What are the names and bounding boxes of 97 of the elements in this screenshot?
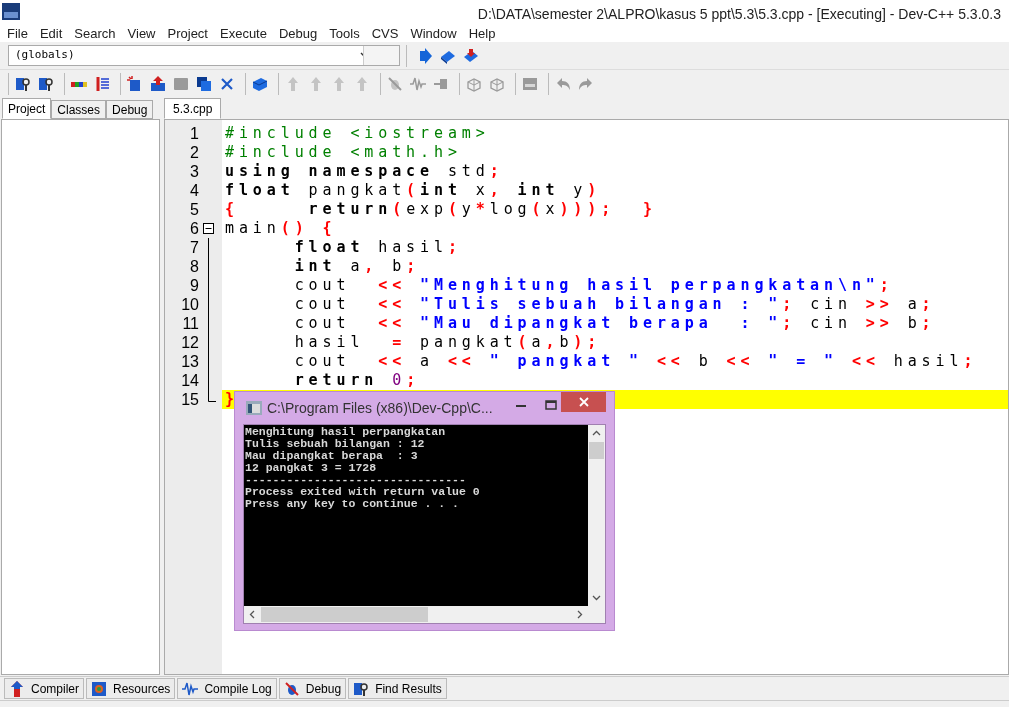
line-number: 6 bbox=[189, 219, 199, 238]
menu-item[interactable]: Search bbox=[68, 23, 122, 44]
line-number: 10 bbox=[180, 295, 199, 314]
undo-icon bbox=[555, 76, 571, 92]
code-line: cout << "Tulis sebuah bilangan : "; cin >> a; bbox=[293, 295, 937, 314]
upload-icon bbox=[150, 76, 166, 92]
run-arrow-icon bbox=[417, 47, 433, 64]
line-number: 9 bbox=[189, 276, 199, 295]
maximize-icon[interactable] bbox=[545, 400, 557, 410]
combo-box[interactable]: (globals) bbox=[8, 45, 400, 66]
menu-item[interactable]: Edit bbox=[33, 23, 69, 44]
line-number: 5 bbox=[189, 200, 199, 219]
scroll-down-icon[interactable] bbox=[592, 595, 601, 601]
fold-collapse-icon[interactable] bbox=[203, 223, 214, 234]
horizontal-scrollbar[interactable] bbox=[244, 606, 605, 623]
wave-icon bbox=[182, 680, 199, 697]
line-number: 2 bbox=[189, 143, 199, 162]
menu-item[interactable]: Execute bbox=[214, 23, 273, 44]
menu-item[interactable]: Window bbox=[404, 23, 463, 44]
combo-extra-field[interactable] bbox=[363, 46, 399, 65]
code-line: cout << a << " pangkat " << b << " = " << hasil; bbox=[293, 352, 979, 371]
line-number: 14 bbox=[180, 371, 199, 390]
find-icon bbox=[15, 76, 31, 92]
square-icon bbox=[173, 76, 189, 92]
bug-icon bbox=[283, 680, 300, 697]
tab[interactable]: Resources bbox=[86, 678, 176, 699]
new-file-icon bbox=[127, 76, 143, 92]
list-icon bbox=[94, 76, 110, 92]
menu-item[interactable]: CVS bbox=[365, 23, 405, 44]
tab[interactable]: Project bbox=[2, 98, 52, 119]
scroll-up-icon[interactable] bbox=[592, 430, 601, 436]
tab[interactable]: Compiler bbox=[4, 678, 84, 699]
find-icon bbox=[38, 76, 54, 92]
window-title: D:\DATA\semester 2\ALPRO\kasus 5 ppt\5.3\5.3.cpp - [Executing] - Dev-C++ 5.3.0.3 bbox=[477, 5, 1001, 24]
menu-item[interactable]: View bbox=[121, 23, 162, 44]
scroll-left-icon[interactable] bbox=[249, 610, 255, 619]
line-number: 8 bbox=[189, 257, 199, 276]
line-number: 13 bbox=[180, 352, 199, 371]
line-number: 15 bbox=[180, 390, 199, 409]
wave-icon bbox=[410, 76, 426, 92]
chip-icon bbox=[522, 76, 538, 92]
code-line: #include <iostream> bbox=[224, 124, 491, 143]
code-line: using namespace std; bbox=[224, 162, 505, 181]
console-icon bbox=[246, 401, 262, 415]
tab[interactable]: Debug bbox=[278, 678, 347, 699]
menu-item[interactable]: File bbox=[1, 23, 34, 44]
up-arrow-icon bbox=[308, 76, 324, 92]
image-icon bbox=[91, 680, 107, 697]
scroll-thumb[interactable] bbox=[261, 607, 428, 622]
tab[interactable]: Debug bbox=[106, 100, 154, 119]
cube-icon bbox=[252, 76, 268, 92]
menu-item[interactable]: Project bbox=[161, 23, 214, 44]
menu-item[interactable]: Tools bbox=[323, 23, 366, 44]
close-button[interactable] bbox=[561, 392, 606, 412]
bug-icon bbox=[387, 76, 403, 92]
console-output: Menghitung hasil perpangkatan Tulis sebuah bilangan : 12 Mau dipangkat berapa : 3 12 pangkat 3 = 1728 -------------------------------- Process exited with return value 0 Press any key to continue . . . bbox=[244, 425, 588, 606]
line-number: 1 bbox=[189, 124, 199, 143]
find-icon bbox=[353, 680, 370, 697]
menu-item[interactable]: Help bbox=[462, 23, 502, 44]
code-line: cout << "Mau dipangkat berapa : "; cin >> b; bbox=[293, 314, 937, 333]
tab[interactable]: 5.3.cpp bbox=[164, 98, 222, 119]
windows-icon bbox=[196, 76, 212, 92]
code-line: #include <math.h> bbox=[224, 143, 463, 162]
code-line: float hasil; bbox=[293, 238, 463, 257]
tab[interactable]: Find Results bbox=[348, 678, 447, 699]
close-icon bbox=[578, 397, 589, 407]
menu-item[interactable]: Debug bbox=[272, 23, 324, 44]
cube-icon bbox=[466, 76, 482, 92]
line-number: 7 bbox=[189, 238, 199, 257]
app-icon bbox=[2, 3, 20, 20]
code-line: main() { bbox=[224, 219, 338, 238]
line-number: 12 bbox=[180, 333, 199, 352]
line-number: 11 bbox=[181, 314, 199, 333]
scroll-thumb[interactable] bbox=[589, 442, 604, 459]
up-arrow-icon bbox=[285, 76, 301, 92]
up-arrow-icon bbox=[9, 680, 25, 697]
code-line: hasil = pangkat(a,b); bbox=[293, 333, 603, 352]
tab[interactable]: Compile Log bbox=[177, 678, 277, 699]
tab[interactable]: Classes bbox=[51, 100, 107, 119]
vertical-scrollbar[interactable] bbox=[588, 425, 605, 606]
code-line: cout << "Menghitung hasil perpangkatan\n"; bbox=[293, 276, 895, 295]
cube-icon bbox=[489, 76, 505, 92]
code-line: { return(exp(y*log(x))); } bbox=[224, 200, 658, 219]
redo-icon bbox=[578, 76, 594, 92]
console-window[interactable] bbox=[234, 391, 615, 631]
up-arrow-icon bbox=[331, 76, 347, 92]
close-icon bbox=[219, 76, 235, 92]
line-number: 3 bbox=[189, 162, 199, 181]
plug-icon bbox=[433, 76, 449, 92]
code-line: float pangkat(int x, int y) bbox=[224, 181, 603, 200]
line-number: 4 bbox=[189, 181, 199, 200]
book-icon bbox=[463, 47, 479, 64]
scroll-right-icon[interactable] bbox=[577, 610, 583, 619]
combo-value: (globals) bbox=[14, 47, 75, 64]
code-line: return 0; bbox=[293, 371, 422, 390]
up-arrow-icon bbox=[354, 76, 370, 92]
code-line: int a, b; bbox=[293, 257, 422, 276]
